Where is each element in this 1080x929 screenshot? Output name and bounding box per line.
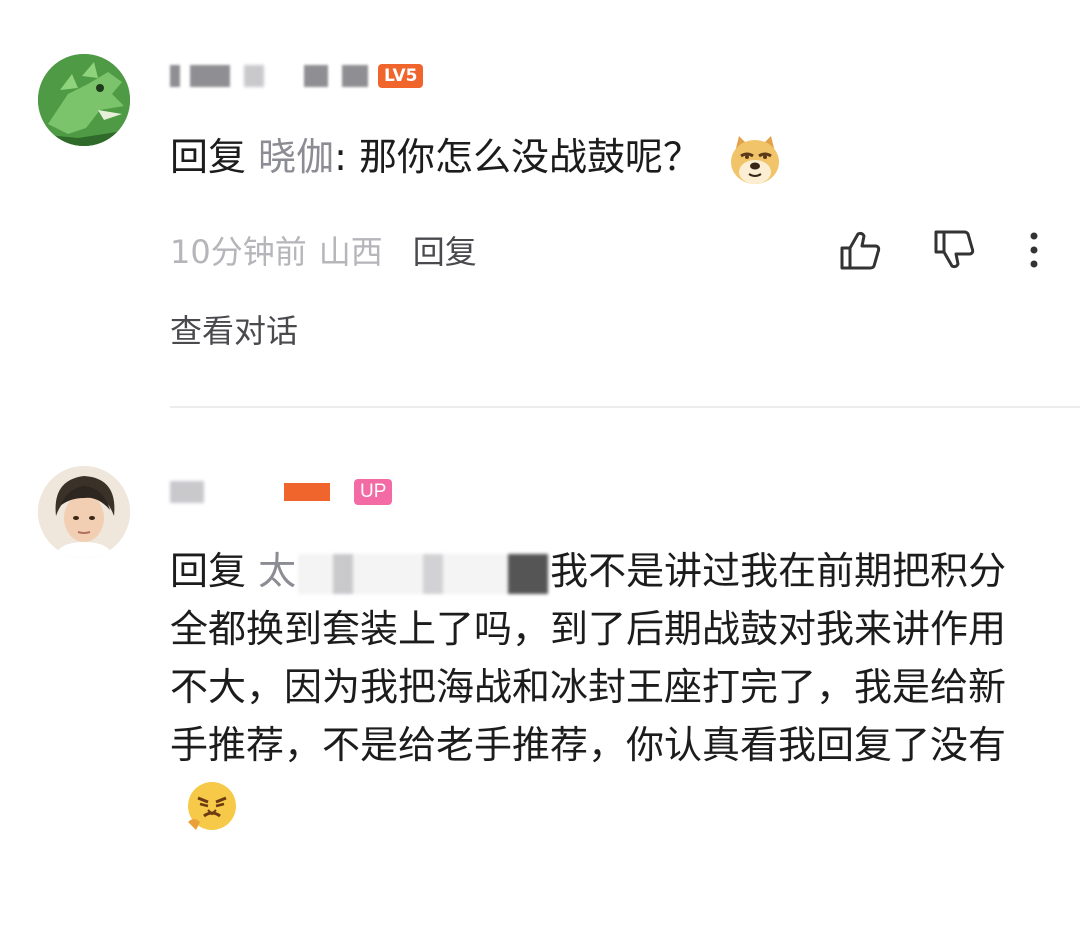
- username-redacted: [284, 483, 330, 501]
- doge-emoji-icon: [731, 135, 780, 184]
- reply-prefix: 回复: [170, 135, 247, 179]
- comment-text: 回复 晓伽: 那你怎么没战鼓呢？: [170, 128, 1040, 188]
- more-vertical-icon[interactable]: [1018, 226, 1050, 274]
- reply-target-user[interactable]: 晓伽: [258, 135, 334, 179]
- username-redacted: [304, 65, 328, 87]
- username-redacted: [170, 65, 180, 87]
- avatar[interactable]: [38, 466, 130, 558]
- dragon-avatar-icon: [38, 54, 130, 146]
- thumbs-down-icon[interactable]: [930, 226, 978, 274]
- comment-text: 回复 太我不是讲过我在前期把积分全都换到套装上了吗，到了后期战鼓对我来讲作用不大…: [170, 542, 1040, 834]
- username-row[interactable]: LV5: [170, 58, 424, 94]
- reply-prefix: 回复: [170, 549, 247, 593]
- username-redacted: [170, 481, 204, 503]
- illustrated-person-avatar-icon: [38, 466, 130, 558]
- up-badge: UP: [354, 479, 393, 505]
- username-redacted: [342, 65, 368, 87]
- comment-actions: [0, 226, 1080, 274]
- username-redacted: [244, 65, 264, 87]
- comment-divider: [170, 406, 1080, 408]
- thumbs-up-icon[interactable]: [836, 226, 884, 274]
- comment-body: : 那你怎么没战鼓呢？: [334, 135, 702, 179]
- username-row[interactable]: UP: [170, 474, 393, 510]
- avatar[interactable]: [38, 54, 130, 146]
- reply-target-user[interactable]: 太: [258, 549, 296, 593]
- level-badge: LV5: [378, 64, 424, 88]
- angry-face-emoji-icon: [188, 781, 236, 830]
- reply-target-redacted: [298, 553, 549, 594]
- comment-thread: LV5 回复 晓伽: 那你怎么没战鼓呢？ 10分钟前 山西 回复 查看对话 UP…: [0, 0, 1080, 929]
- username-redacted: [190, 65, 230, 87]
- view-conversation-link[interactable]: 查看对话: [170, 306, 298, 352]
